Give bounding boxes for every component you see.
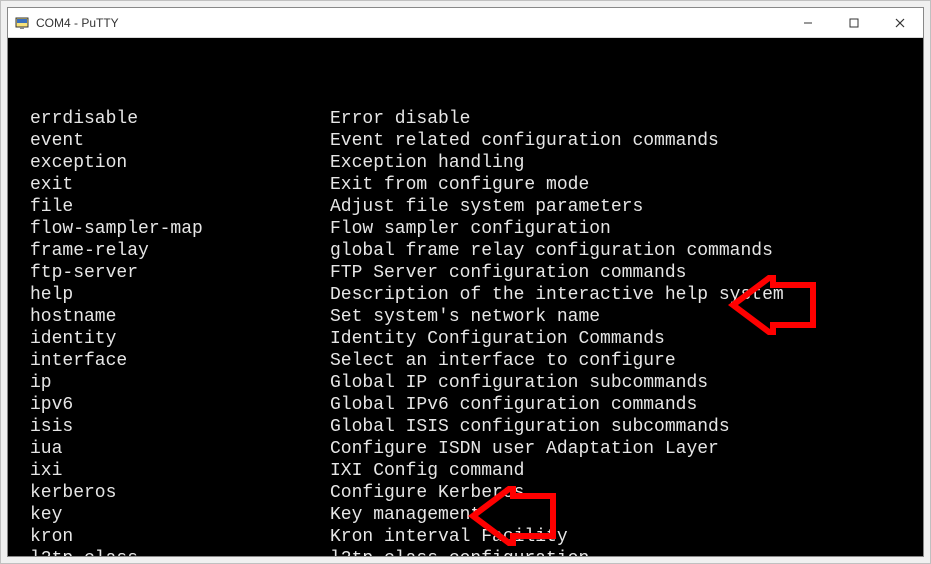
- help-description: Error disable: [330, 108, 470, 130]
- help-command: flow-sampler-map: [10, 218, 330, 240]
- maximize-button[interactable]: [831, 8, 877, 38]
- help-command: help: [10, 284, 330, 306]
- help-row: exceptionException handling: [10, 152, 921, 174]
- help-command: hostname: [10, 306, 330, 328]
- help-row: kerberosConfigure Kerberos: [10, 482, 921, 504]
- help-description: Global IPv6 configuration commands: [330, 394, 697, 416]
- help-description: Adjust file system parameters: [330, 196, 643, 218]
- titlebar[interactable]: COM4 - PuTTY: [8, 8, 923, 38]
- help-row: iuaConfigure ISDN user Adaptation Layer: [10, 438, 921, 460]
- close-button[interactable]: [877, 8, 923, 38]
- help-command: ftp-server: [10, 262, 330, 284]
- help-description: Event related configuration commands: [330, 130, 719, 152]
- help-description: global frame relay configuration command…: [330, 240, 773, 262]
- terminal-area[interactable]: errdisableError disableeventEvent relate…: [8, 38, 923, 556]
- help-row: l2tp-classl2tp-class configuration: [10, 548, 921, 556]
- help-command: event: [10, 130, 330, 152]
- help-row: eventEvent related configuration command…: [10, 130, 921, 152]
- help-row: ipGlobal IP configuration subcommands: [10, 372, 921, 394]
- help-description: Flow sampler configuration: [330, 218, 611, 240]
- help-description: Set system's network name: [330, 306, 600, 328]
- help-command: ip: [10, 372, 330, 394]
- help-description: Select an interface to configure: [330, 350, 676, 372]
- help-row: fileAdjust file system parameters: [10, 196, 921, 218]
- help-row: hostnameSet system's network name: [10, 306, 921, 328]
- help-description: Key management: [330, 504, 481, 526]
- help-command: interface: [10, 350, 330, 372]
- window-controls: [785, 8, 923, 38]
- help-description: IXI Config command: [330, 460, 524, 482]
- help-row: keyKey management: [10, 504, 921, 526]
- help-description: FTP Server configuration commands: [330, 262, 686, 284]
- help-command: kerberos: [10, 482, 330, 504]
- help-row: ipv6Global IPv6 configuration commands: [10, 394, 921, 416]
- help-description: Configure ISDN user Adaptation Layer: [330, 438, 719, 460]
- help-row: helpDescription of the interactive help …: [10, 284, 921, 306]
- putty-window: COM4 - PuTTY errdisableError disableeven…: [7, 7, 924, 557]
- help-description: Identity Configuration Commands: [330, 328, 665, 350]
- help-row: interfaceSelect an interface to configur…: [10, 350, 921, 372]
- help-row: flow-sampler-mapFlow sampler configurati…: [10, 218, 921, 240]
- help-row: isisGlobal ISIS configuration subcommand…: [10, 416, 921, 438]
- help-command: kron: [10, 526, 330, 548]
- help-command: iua: [10, 438, 330, 460]
- help-description: Exit from configure mode: [330, 174, 589, 196]
- help-command: isis: [10, 416, 330, 438]
- help-row: frame-relayglobal frame relay configurat…: [10, 240, 921, 262]
- help-command: exit: [10, 174, 330, 196]
- help-description: Configure Kerberos: [330, 482, 524, 504]
- help-command: frame-relay: [10, 240, 330, 262]
- help-command: exception: [10, 152, 330, 174]
- help-command: ipv6: [10, 394, 330, 416]
- help-description: l2tp-class configuration: [330, 548, 589, 556]
- window-title: COM4 - PuTTY: [36, 16, 119, 30]
- putty-icon: [14, 15, 30, 31]
- help-description: Exception handling: [330, 152, 524, 174]
- help-row: kronKron interval Facility: [10, 526, 921, 548]
- help-command: l2tp-class: [10, 548, 330, 556]
- help-description: Global IP configuration subcommands: [330, 372, 708, 394]
- help-row: ftp-serverFTP Server configuration comma…: [10, 262, 921, 284]
- help-command: file: [10, 196, 330, 218]
- help-row: ixiIXI Config command: [10, 460, 921, 482]
- help-row: exitExit from configure mode: [10, 174, 921, 196]
- help-command: key: [10, 504, 330, 526]
- help-row: identityIdentity Configuration Commands: [10, 328, 921, 350]
- help-command: errdisable: [10, 108, 330, 130]
- help-command: ixi: [10, 460, 330, 482]
- help-command: identity: [10, 328, 330, 350]
- help-description: Global ISIS configuration subcommands: [330, 416, 730, 438]
- help-description: Description of the interactive help syst…: [330, 284, 784, 306]
- help-description: Kron interval Facility: [330, 526, 568, 548]
- help-row: errdisableError disable: [10, 108, 921, 130]
- minimize-button[interactable]: [785, 8, 831, 38]
